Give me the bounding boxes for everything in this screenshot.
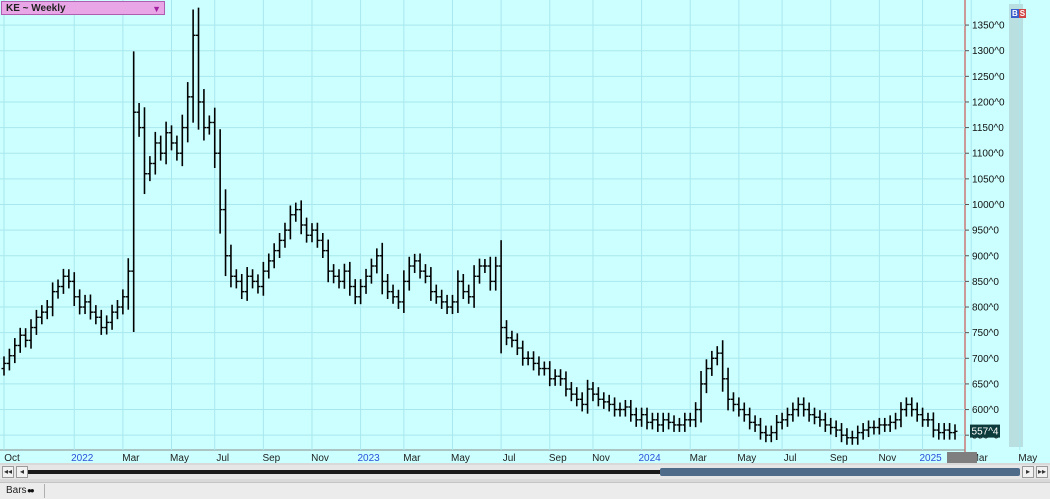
price-tick-label: 700^0 <box>972 354 999 365</box>
year-label: 2023 <box>358 453 381 463</box>
status-divider <box>44 484 45 498</box>
month-label: Sep <box>549 453 567 463</box>
price-tick-label: 1050^0 <box>972 174 1005 185</box>
chart-type-label[interactable]: Bars <box>6 485 27 496</box>
month-label: May <box>737 453 756 463</box>
price-tick-label: 650^0 <box>972 379 999 390</box>
year-label: 2024 <box>638 453 661 463</box>
month-label: Mar <box>122 453 140 463</box>
month-label: Sep <box>830 453 848 463</box>
month-label: Oct <box>4 453 20 463</box>
month-label: Mar <box>690 453 708 463</box>
plot-background <box>0 0 965 463</box>
scroll-right-icon[interactable]: ▸ <box>1022 466 1034 478</box>
month-label: Mar <box>403 453 421 463</box>
right-scrollbar[interactable] <box>1009 4 1023 447</box>
buy-sell-badge[interactable]: BS <box>1011 8 1027 19</box>
price-tick-label: 1350^0 <box>972 21 1005 32</box>
scroll-thumb[interactable] <box>660 468 1020 476</box>
month-label: Jul <box>216 453 229 463</box>
price-tick-label: 1300^0 <box>972 46 1005 57</box>
month-label: May <box>451 453 470 463</box>
month-label: May <box>170 453 189 463</box>
current-period-highlight <box>947 452 977 463</box>
year-label: 2025 <box>919 453 942 463</box>
symbol-label: KE ~ Weekly <box>6 3 66 14</box>
month-label: Nov <box>311 453 329 463</box>
month-label: Nov <box>878 453 896 463</box>
month-label: Nov <box>592 453 610 463</box>
price-tick-label: 600^0 <box>972 405 999 416</box>
chart-window: 1350^0 1300^0 1250^0 1200^0 1150^0 1100^0 1050… <box>0 0 1050 499</box>
price-tick-label: 1000^0 <box>972 200 1005 211</box>
month-label: Jul <box>784 453 797 463</box>
price-tick-label: 1250^0 <box>972 72 1005 83</box>
price-tick-label: 750^0 <box>972 328 999 339</box>
month-label: May <box>1018 453 1037 463</box>
last-price-marker: 557^4 <box>970 424 1000 438</box>
price-tick-label: 800^0 <box>972 303 999 314</box>
scroll-last-icon[interactable]: ▸▸ <box>1036 466 1048 478</box>
price-tick-label: 1100^0 <box>972 149 1004 160</box>
month-label: Jul <box>503 453 516 463</box>
price-tick-label: 850^0 <box>972 277 999 288</box>
price-chart[interactable]: 1350^0 1300^0 1250^0 1200^0 1150^0 1100^0 1050… <box>0 0 1050 463</box>
month-label: Sep <box>262 453 280 463</box>
last-price-label: 557^4 <box>972 427 999 438</box>
dropdown-arrow-icon[interactable]: ▼ <box>152 2 161 16</box>
price-tick-label: 950^0 <box>972 226 999 237</box>
scroll-first-icon[interactable]: ◂◂ <box>2 466 14 478</box>
bars-toggle-icon[interactable]: ●● <box>27 486 35 495</box>
price-tick-label: 1150^0 <box>972 123 1004 134</box>
buy-badge[interactable]: B <box>1011 9 1019 18</box>
year-label: 2022 <box>71 453 94 463</box>
price-tick-label: 900^0 <box>972 251 999 262</box>
symbol-selector[interactable]: KE ~ Weekly ▼ <box>1 1 165 15</box>
status-bar: Bars ●● <box>0 482 1050 499</box>
time-scrollbar[interactable]: ◂◂ ◂ ▸ ▸▸ <box>0 465 1050 479</box>
price-tick-label: 1200^0 <box>972 97 1005 108</box>
sell-badge[interactable]: S <box>1018 9 1027 18</box>
scroll-left-icon[interactable]: ◂ <box>16 466 28 478</box>
